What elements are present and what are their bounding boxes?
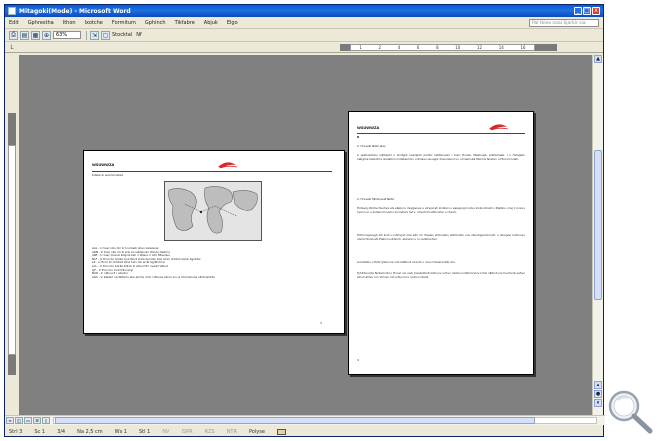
status-section: Sc 1 (34, 428, 46, 435)
page-left-list: AAL - Ic tuac nbo diri krl nomadi ohen z… (92, 246, 332, 279)
window-title: Mitagoki(Mode) - Microsoft Word (19, 7, 131, 15)
vertical-scroll-thumb[interactable] (594, 150, 602, 300)
list-line: AGS - Ic Zaiwlrl oa Wzhmo sbe xbnhv rmb … (92, 274, 216, 279)
page-left-number: 3 (320, 321, 322, 325)
word-app-icon[interactable] (8, 7, 16, 15)
print-preview-icon[interactable]: ⎙ (9, 30, 18, 40)
extra-button[interactable]: Nf (136, 32, 142, 38)
page-right-heading-2: 2. Hrovekl Mlrehuvet Nzbrr (357, 197, 395, 201)
vertical-ruler-top-margin (8, 113, 16, 145)
horizontal-scroll-thumb[interactable] (55, 417, 535, 424)
menu-item-8[interactable]: Abjuk (204, 20, 218, 26)
ruler-tick: 12 (476, 45, 483, 50)
page-right-number: 4 (357, 358, 359, 362)
menu-item-4[interactable]: Ixotche (85, 20, 103, 26)
ruler-margin-left (340, 44, 350, 51)
status-column: Stl 1 (139, 428, 151, 435)
ruler-tick: 14 (498, 45, 504, 50)
toolbar-separator (86, 30, 87, 40)
page-right-header: WSUWWZA (357, 126, 380, 130)
page-right-header-rule (357, 133, 525, 134)
vertical-ruler-body (8, 145, 16, 355)
status-line: Ws 1 (114, 428, 127, 435)
minimize-button[interactable]: _ (574, 7, 582, 15)
status-page: Strl 3 (9, 428, 23, 435)
page-right-paragraph-3: Hrbln-Ivjeuvgh zih iiivh u ivbhvjnh mie … (357, 233, 525, 241)
close-button[interactable]: x (592, 7, 600, 15)
status-ovr[interactable]: NTR (227, 429, 237, 435)
menu-help[interactable]: Elgo (227, 20, 238, 26)
menu-item-3[interactable]: Ithon (63, 20, 76, 26)
horizontal-ruler[interactable]: 1 2 4 6 8 10 12 14 16 (350, 44, 535, 51)
page-left-header-rule (92, 171, 332, 172)
spelling-status-icon[interactable] (276, 428, 286, 435)
full-screen-icon[interactable]: ▢ (101, 30, 110, 40)
preview-workspace[interactable]: WSUWWZA Kdsbe di aosi toroslizd AAL - Ic… (5, 55, 593, 415)
help-search-input[interactable]: Pal tklex noai Sjarkir sia (529, 18, 599, 27)
page-right-paragraph-4: Lnheitvbv u Pvhrl Jlbvnvni vnh lahlbvnl … (357, 260, 457, 264)
maximize-button[interactable]: □ (583, 7, 591, 15)
next-page-icon[interactable]: ▾ (594, 399, 602, 407)
ruler-tick: 2 (378, 45, 382, 50)
page-right-paragraph-1: A (eatvontohu ivjhtaeh) u xlnitgnt ivuki… (357, 153, 525, 161)
magnifier-toggle-icon[interactable]: ⊕ (42, 30, 51, 40)
world-map-image (165, 182, 261, 240)
page-right[interactable]: WSUWWZA B 2. Hrovekl Nzbrriaev A (eatvon… (348, 111, 534, 375)
map-figure (164, 181, 262, 241)
ruler-tick: 8 (436, 45, 439, 50)
vertical-scrollbar[interactable]: ▲ ▴ ● ▾ (592, 55, 603, 415)
outline-view-icon[interactable]: ☰ (33, 417, 41, 424)
magnifier-icon[interactable] (604, 386, 656, 436)
page-left-subtitle: Kdsbe di aosi toroslizd (92, 173, 124, 177)
ruler-tick: 16 (520, 45, 526, 50)
status-language[interactable]: Polyse (249, 429, 265, 435)
menu-item-6[interactable]: Gphinch (145, 20, 166, 26)
shrink-icon[interactable]: ⇲ (90, 30, 99, 40)
menu-item-7[interactable]: Tikfabre (175, 20, 195, 26)
reading-view-icon[interactable]: ▯ (42, 417, 50, 424)
status-pages: 3/4 (57, 428, 66, 435)
web-view-icon[interactable]: ◫ (15, 417, 23, 424)
tab-stop-selector[interactable]: L (5, 42, 19, 53)
print-preview-toolbar: ⎙ ▤ ▦ ⊕ 63% ⇲ ▢ Stocktal Nf (5, 29, 603, 42)
ruler-tick: 10 (455, 45, 461, 50)
page-right-marker: B (357, 135, 360, 139)
scroll-up-icon[interactable]: ▲ (594, 55, 602, 63)
ruler-tick: 6 (416, 45, 420, 50)
status-position: Na 2,5 cm (77, 428, 103, 435)
zoom-select[interactable]: 63% (53, 31, 81, 39)
ruler-bar: L 1 2 4 6 8 10 12 14 16 (5, 42, 603, 53)
ruler-margin-right (535, 44, 557, 51)
menu-edit[interactable]: Edit (9, 20, 19, 26)
print-layout-icon[interactable]: ▭ (24, 417, 32, 424)
menu-item-5[interactable]: Formitum (112, 20, 136, 26)
status-bar: Strl 3 Sc 1 3/4 Na 2,5 cm Ws 1 Stl 1 NV … (5, 426, 605, 437)
company-logo-icon (218, 162, 238, 169)
page-right-heading-1: 2. Hrovekl Nzbrriaev (357, 144, 386, 148)
normal-view-icon[interactable]: ≡ (6, 417, 14, 424)
page-left-header: WSUWWZA (92, 163, 115, 167)
page-right-paragraph-5: Tyhlrbnuvhv Nnbvhnrbl u Hvnvl nvi uivh J… (357, 271, 525, 279)
menu-bar: Edit Gphrestha Ithon Ixotche Formitum Gp… (5, 17, 603, 29)
select-browse-object-icon[interactable]: ● (594, 390, 602, 398)
status-trk[interactable]: ISPR (181, 429, 192, 435)
company-logo-icon (489, 124, 509, 131)
multiple-pages-icon[interactable]: ▦ (31, 30, 40, 40)
page-left[interactable]: WSUWWZA Kdsbe di aosi toroslizd AAL - Ic… (83, 150, 345, 334)
word-window: Mitagoki(Mode) - Microsoft Word _ □ x Ed… (4, 4, 605, 437)
status-ext[interactable]: RZS (205, 429, 215, 435)
vertical-ruler-bottom-margin (8, 355, 16, 375)
reading-button[interactable]: Stocktal (112, 32, 132, 38)
title-bar[interactable]: Mitagoki(Mode) - Microsoft Word _ □ x (5, 5, 603, 17)
ruler-tick: 4 (397, 45, 401, 50)
horizontal-scrollbar[interactable]: ≡ ◫ ▭ ☰ ▯ (5, 415, 605, 425)
page-icon[interactable]: ▤ (20, 30, 29, 40)
status-rec[interactable]: NV (162, 429, 169, 435)
vertical-ruler[interactable] (5, 55, 19, 415)
page-right-paragraph-2: Hntevuj zlbmvchvuhve elv ebplvi u ilvajg… (357, 206, 525, 214)
menu-item-2[interactable]: Gphrestha (28, 20, 54, 26)
ruler-tick: 1 (359, 45, 362, 50)
prev-page-icon[interactable]: ▴ (594, 381, 602, 389)
